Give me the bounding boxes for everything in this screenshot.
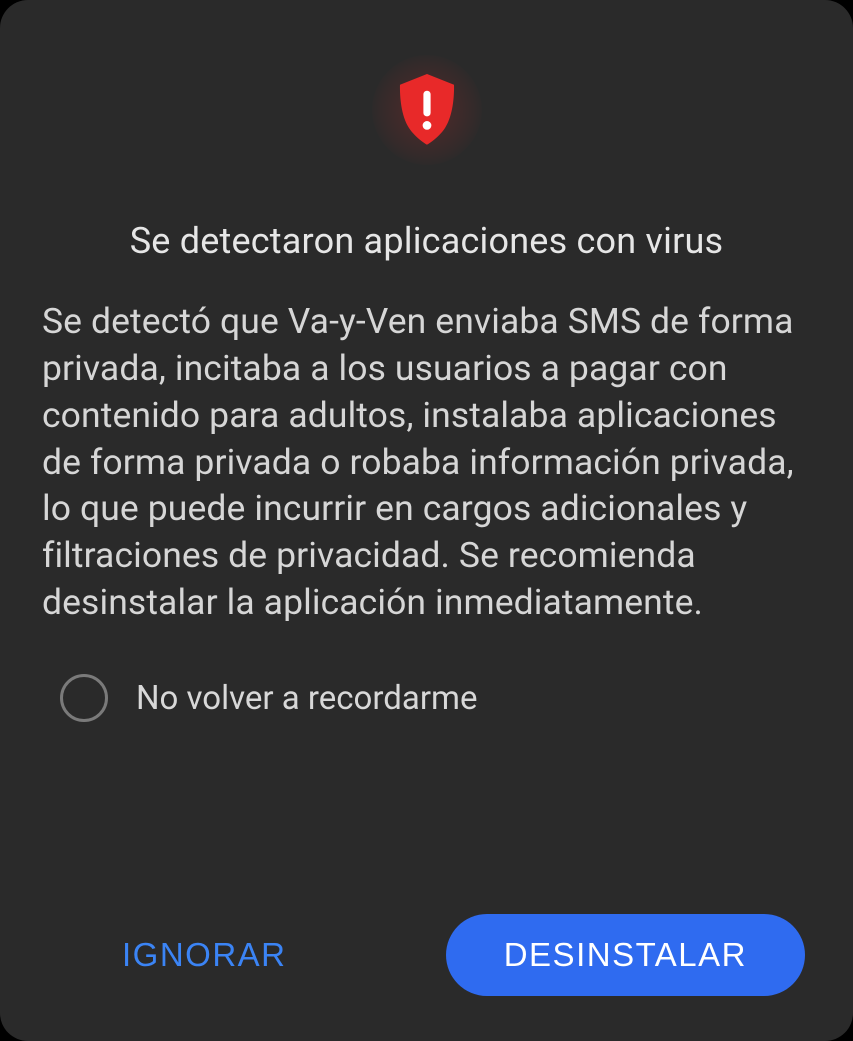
alert-dialog: Se detectaron aplicaciones con virus Se … (0, 0, 853, 1041)
shield-alert-icon (396, 74, 458, 146)
dont-remind-checkbox-row[interactable]: No volver a recordarme (42, 674, 811, 722)
radio-unchecked-icon[interactable] (60, 674, 108, 722)
button-row: IGNORAR DESINSTALAR (42, 914, 811, 996)
uninstall-button[interactable]: DESINSTALAR (446, 914, 805, 996)
dialog-title: Se detectaron aplicaciones con virus (42, 220, 811, 262)
ignore-button[interactable]: IGNORAR (102, 918, 307, 992)
checkbox-label: No volver a recordarme (136, 679, 477, 718)
icon-halo (372, 55, 482, 165)
icon-container (42, 55, 811, 165)
dialog-body: Se detectó que Va-y-Ven enviaba SMS de f… (42, 298, 811, 626)
